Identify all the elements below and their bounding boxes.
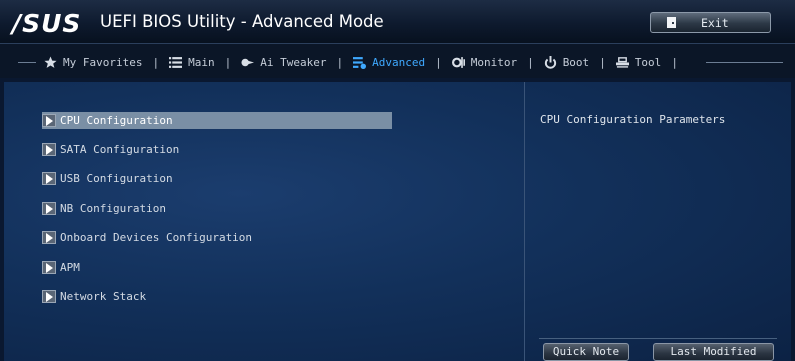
tab-bar-line-right bbox=[706, 62, 783, 63]
menu-item-label: USB Configuration bbox=[60, 172, 173, 185]
menu-item-label: SATA Configuration bbox=[60, 143, 180, 156]
menu-item-label: Network Stack bbox=[60, 290, 147, 303]
advanced-icon bbox=[353, 56, 367, 69]
tab-main[interactable]: Main bbox=[167, 56, 217, 69]
tab-separator: | bbox=[152, 55, 160, 69]
tab-separator: | bbox=[527, 55, 534, 69]
help-panel-rule bbox=[539, 338, 777, 339]
advanced-menu: CPU Configuration SATA Configuration USB… bbox=[4, 82, 524, 361]
exit-door-icon bbox=[667, 17, 676, 28]
tab-separator: | bbox=[224, 55, 232, 69]
help-description: CPU Configuration Parameters bbox=[540, 113, 726, 126]
monitor-icon bbox=[451, 56, 465, 68]
tab-label: Main bbox=[188, 55, 215, 69]
tool-icon bbox=[615, 56, 629, 68]
tab-monitor[interactable]: Monitor bbox=[450, 56, 519, 69]
submenu-arrow-icon bbox=[42, 172, 56, 185]
submenu-arrow-icon bbox=[42, 231, 56, 244]
tab-separator: | bbox=[599, 55, 606, 69]
submenu-arrow-icon bbox=[42, 114, 56, 127]
tab-ai-tweaker[interactable]: Ai Tweaker bbox=[239, 56, 328, 69]
menu-item-label: APM bbox=[60, 261, 80, 274]
tab-label: Advanced bbox=[372, 55, 426, 69]
menu-item-label: CPU Configuration bbox=[60, 114, 173, 127]
help-panel: CPU Configuration Parameters Quick Note … bbox=[525, 82, 791, 361]
tab-separator: | bbox=[671, 55, 678, 69]
asus-logo: /SUS bbox=[12, 9, 82, 38]
submenu-arrow-icon bbox=[42, 290, 56, 303]
tab-label: Ai Tweaker bbox=[260, 55, 327, 69]
exit-button[interactable]: Exit bbox=[650, 12, 771, 33]
ai-tweaker-icon bbox=[241, 58, 255, 66]
menu-item-network-stack[interactable]: Network Stack bbox=[42, 288, 146, 305]
menu-item-cpu-configuration[interactable]: CPU Configuration bbox=[42, 112, 392, 129]
tab-boot[interactable]: Boot bbox=[542, 55, 592, 69]
tab-label: My Favorites bbox=[63, 55, 143, 69]
tab-label: Boot bbox=[562, 55, 590, 69]
power-icon bbox=[544, 55, 556, 69]
menu-item-label: NB Configuration bbox=[60, 202, 166, 215]
tab-separator: | bbox=[435, 55, 442, 69]
tabs: My Favorites | Main | Ai Tweaker | Advan… bbox=[42, 53, 686, 71]
tab-separator: | bbox=[336, 55, 344, 69]
tab-label: Monitor bbox=[470, 55, 518, 69]
menu-item-apm[interactable]: APM bbox=[42, 259, 80, 276]
tab-my-favorites[interactable]: My Favorites bbox=[42, 56, 144, 69]
tab-tool[interactable]: Tool bbox=[614, 56, 664, 69]
tab-bar-line-left bbox=[18, 62, 36, 63]
exit-label: Exit bbox=[701, 16, 729, 30]
menu-item-onboard-devices-configuration[interactable]: Onboard Devices Configuration bbox=[42, 229, 252, 246]
quick-note-button[interactable]: Quick Note bbox=[543, 343, 629, 361]
menu-item-sata-configuration[interactable]: SATA Configuration bbox=[42, 141, 179, 158]
submenu-arrow-icon bbox=[42, 202, 56, 215]
menu-item-nb-configuration[interactable]: NB Configuration bbox=[42, 200, 166, 217]
tab-advanced[interactable]: Advanced bbox=[351, 56, 427, 69]
app-title: UEFI BIOS Utility - Advanced Mode bbox=[100, 12, 384, 31]
tab-bar: My Favorites | Main | Ai Tweaker | Advan… bbox=[0, 44, 795, 78]
title-bar: /SUS UEFI BIOS Utility - Advanced Mode E… bbox=[0, 0, 795, 44]
tab-label: Tool bbox=[634, 55, 662, 69]
main-content: CPU Configuration SATA Configuration USB… bbox=[4, 82, 791, 361]
last-modified-button[interactable]: Last Modified bbox=[653, 343, 774, 361]
submenu-arrow-icon bbox=[42, 261, 56, 274]
submenu-arrow-icon bbox=[42, 143, 56, 156]
menu-item-usb-configuration[interactable]: USB Configuration bbox=[42, 170, 173, 187]
list-icon bbox=[169, 56, 183, 68]
menu-item-label: Onboard Devices Configuration bbox=[60, 231, 253, 244]
star-icon bbox=[44, 56, 57, 68]
